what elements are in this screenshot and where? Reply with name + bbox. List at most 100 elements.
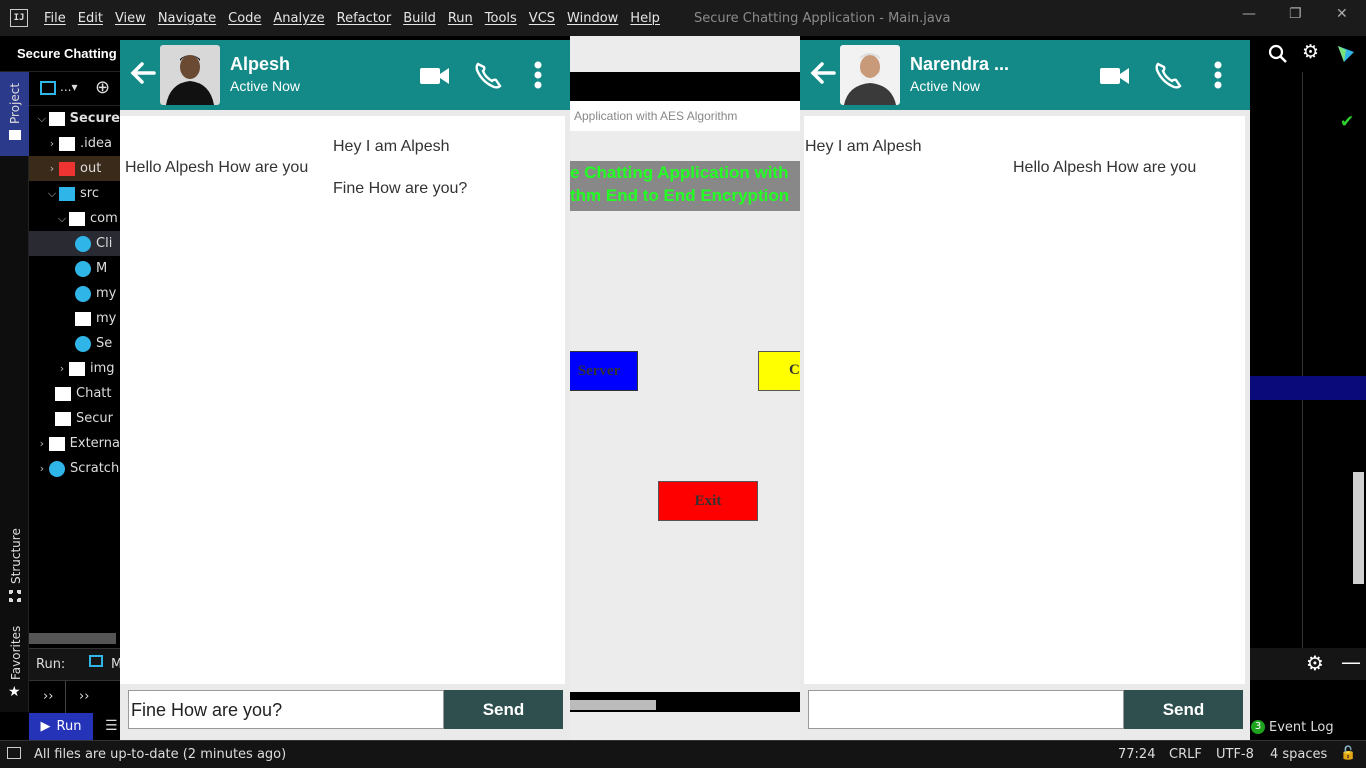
hide-panel-icon[interactable]: — [1341, 650, 1361, 674]
send-button[interactable]: Send [444, 690, 563, 729]
client-button[interactable]: C [758, 351, 800, 391]
menu-help[interactable]: Help [624, 11, 666, 26]
restore-icon[interactable]: ❐ [1289, 6, 1302, 22]
status-bar: All files are up-to-date (2 minutes ago)… [0, 740, 1366, 768]
exit-button[interactable]: Exit [658, 481, 758, 521]
message-bubble: Fine How are you? [333, 180, 468, 197]
more-options-icon[interactable] [1208, 60, 1242, 90]
tree-item[interactable]: my [29, 281, 120, 306]
tree-item[interactable]: ⌵ src [29, 181, 120, 206]
menu-tools[interactable]: Tools [479, 11, 523, 26]
favorites-tab[interactable]: Favorites [9, 626, 23, 680]
tree-item[interactable]: › Scratch [29, 456, 120, 481]
settings-gear-icon[interactable]: ⚙ [1302, 41, 1319, 63]
menu-analyze[interactable]: Analyze [267, 11, 330, 26]
message-input[interactable] [808, 690, 1124, 729]
expand-icon[interactable]: ›› [43, 689, 53, 704]
send-button[interactable]: Send [1124, 690, 1243, 729]
chevron-right-icon[interactable]: › [45, 162, 59, 175]
menu-view[interactable]: View [109, 11, 152, 26]
tree-item[interactable]: › out [29, 156, 120, 181]
app-hscrollbar[interactable] [570, 700, 656, 710]
chevron-down-icon[interactable]: ⌵ [35, 112, 49, 126]
tree-item[interactable]: › img [29, 356, 120, 381]
chevron-right-icon[interactable]: › [35, 462, 49, 475]
event-log-button[interactable]: Event Log [1269, 720, 1334, 735]
chevron-right-icon[interactable]: › [55, 362, 69, 375]
project-view-icon[interactable] [40, 81, 56, 95]
editor-scrollbar-thumb[interactable] [1353, 472, 1364, 584]
tree-item[interactable]: Chatt [29, 381, 120, 406]
tree-item-label: out [80, 161, 102, 176]
project-tool-tab[interactable]: Project [0, 72, 29, 156]
menu-code[interactable]: Code [222, 11, 267, 26]
message-bubble: Hey I am Alpesh [805, 138, 922, 155]
line-separator[interactable]: CRLF [1169, 747, 1202, 762]
chevron-right-icon[interactable]: › [35, 437, 49, 450]
toolbox-icon[interactable] [1336, 44, 1356, 64]
binary-file-icon [75, 311, 91, 326]
tree-item[interactable]: Cli [29, 231, 120, 256]
video-call-icon[interactable] [418, 60, 452, 90]
expand-icon-2[interactable]: ›› [79, 689, 89, 704]
contact-status: Active Now [910, 78, 981, 94]
back-arrow-icon[interactable] [808, 58, 838, 88]
more-options-icon[interactable] [528, 60, 562, 90]
tree-item-label: .idea [80, 136, 112, 151]
menu-edit[interactable]: Edit [72, 11, 109, 26]
minimize-icon[interactable]: — [1242, 6, 1256, 22]
tree-item-label: Scratch [70, 461, 120, 476]
tree-item[interactable]: Se [29, 331, 120, 356]
phone-call-icon[interactable] [472, 60, 506, 90]
chevron-down-icon[interactable]: ⌵ [55, 212, 69, 226]
lock-icon[interactable]: 🔓 [1340, 746, 1356, 761]
tree-item[interactable]: ⌵ com [29, 206, 120, 231]
project-breadcrumb[interactable]: Secure Chatting [17, 46, 117, 61]
window-title: Secure Chatting Application - Main.java [693, 10, 951, 26]
todo-list-icon[interactable]: ☰ [105, 718, 118, 734]
close-icon[interactable]: ✕ [1336, 6, 1348, 22]
menu-window[interactable]: Window [561, 11, 624, 26]
menu-bar: IJ File Edit View Navigate Code Analyze … [0, 0, 1366, 36]
server-button[interactable]: Server [570, 351, 638, 391]
project-view-dropdown[interactable]: ...▾ [60, 80, 77, 94]
project-tab-label: Project [8, 82, 22, 124]
phone-call-icon[interactable] [1152, 60, 1186, 90]
tree-item-label: src [80, 186, 99, 201]
tree-item[interactable]: my [29, 306, 120, 331]
chevron-right-icon[interactable]: › [45, 137, 59, 150]
menu-run[interactable]: Run [442, 11, 479, 26]
menu-refactor[interactable]: Refactor [331, 11, 398, 26]
run-tool-button[interactable]: ▶ Run [29, 713, 93, 740]
video-call-icon[interactable] [1098, 60, 1132, 90]
search-icon[interactable] [1268, 44, 1288, 64]
locate-icon[interactable]: ⊕ [95, 77, 110, 98]
menu-build[interactable]: Build [397, 11, 442, 26]
tree-item[interactable]: ⌵ Secure [29, 106, 120, 131]
file-encoding[interactable]: UTF-8 [1216, 747, 1254, 762]
caret-position[interactable]: 77:24 [1118, 747, 1155, 762]
tree-item-label: Externa [69, 436, 120, 451]
app-subtitle: Application with AES Algorithm [570, 101, 800, 131]
tree-item[interactable]: › Externa [29, 431, 120, 456]
status-toggle-icon[interactable] [7, 747, 21, 759]
message-input[interactable]: Fine How are you? [128, 690, 444, 729]
structure-tab[interactable]: Structure [9, 528, 23, 584]
event-count-badge: 3 [1251, 720, 1265, 734]
package-icon [69, 211, 85, 226]
run-settings-gear-icon[interactable]: ⚙ [1306, 651, 1324, 675]
tree-item[interactable]: M [29, 256, 120, 281]
tree-item[interactable]: › .idea [29, 131, 120, 156]
message-list: Hey I am Alpesh Hello Alpesh How are you… [120, 116, 565, 684]
back-arrow-icon[interactable] [128, 58, 158, 88]
chevron-down-icon[interactable]: ⌵ [45, 187, 59, 201]
indent-setting[interactable]: 4 spaces [1270, 747, 1327, 762]
menu-file[interactable]: File [38, 11, 72, 26]
tree-item[interactable]: Secur [29, 406, 120, 431]
main-app-window: Application with AES Algorithm e Chattin… [570, 36, 800, 740]
project-hscrollbar[interactable] [29, 633, 116, 644]
class-icon [75, 235, 91, 252]
run-config-icon [89, 655, 103, 667]
menu-vcs[interactable]: VCS [523, 11, 561, 26]
menu-navigate[interactable]: Navigate [152, 11, 222, 26]
